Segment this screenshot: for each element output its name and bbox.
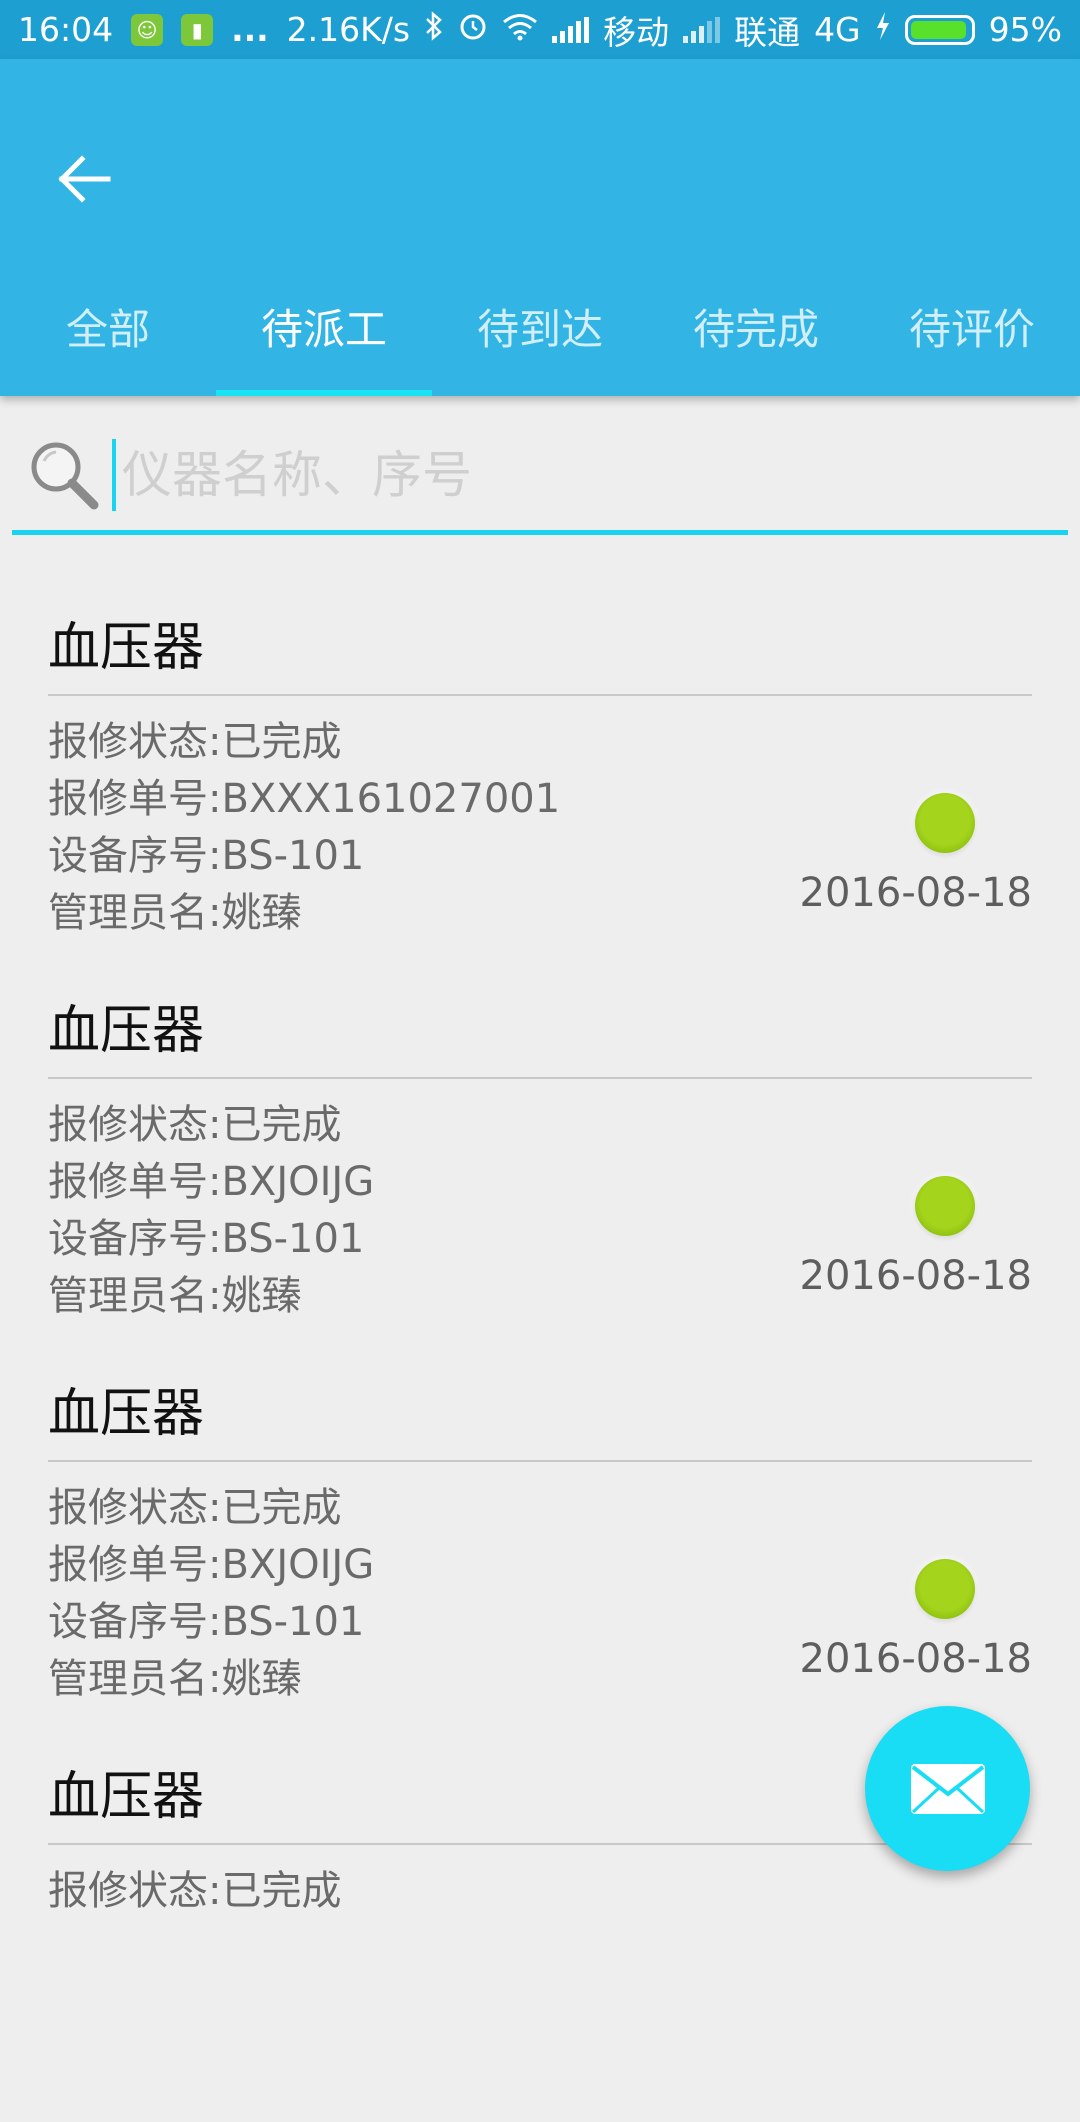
item-status: 报修状态:已完成 [48,719,342,765]
text-caret [112,439,116,511]
item-date: 2016-08-18 [799,870,1032,916]
signal-icon [683,16,721,43]
list-item[interactable]: 血压器 报修状态:已完成 报修单号:BXXX161027001 设备序号:BS-… [0,590,1080,973]
item-title: 血压器 [48,1383,205,1444]
back-arrow-icon [58,155,111,203]
tab-all[interactable]: 全部 [0,266,216,396]
alarm-icon [458,10,488,49]
app-toolbar: 全部 待派工 待到达 待完成 待评价 [0,59,1080,396]
status-dot [915,1176,975,1236]
wifi-icon [502,10,538,49]
item-order-number: 报修单号:BXXX161027001 [48,776,561,822]
item-status: 报修状态:已完成 [48,1868,342,1914]
mail-icon [910,1763,985,1814]
signal-icon [552,16,590,43]
list-item[interactable]: 血压器 报修状态:已完成 报修单号:BXJOIJG 设备序号:BS-101 管理… [0,1356,1080,1739]
status-bar: 16:04 ☺ ▮ ... 2.16K/s 移动 联通 4G 95% [0,0,1080,59]
bluetooth-icon [424,10,444,49]
list-item[interactable]: 血压器 报修状态:已完成 报修单号:BXJOIJG 设备序号:BS-101 管理… [0,973,1080,1356]
status-dot [915,793,975,853]
status-dot [915,1559,975,1619]
item-status: 报修状态:已完成 [48,1102,342,1148]
tab-pending-completion[interactable]: 待完成 [648,266,864,396]
tab-bar: 全部 待派工 待到达 待完成 待评价 [0,266,1080,396]
battery-percent: 95% [988,10,1062,49]
battery-app-icon: ▮ [181,13,214,46]
message-fab-button[interactable] [865,1706,1030,1871]
network-type: 4G [814,10,861,49]
tab-pending-arrival[interactable]: 待到达 [432,266,648,396]
back-button[interactable] [44,139,124,219]
item-date: 2016-08-18 [799,1636,1032,1682]
status-more: ... [231,10,269,49]
tab-pending-review[interactable]: 待评价 [864,266,1080,396]
item-title: 血压器 [48,1000,205,1061]
item-status: 报修状态:已完成 [48,1485,342,1531]
status-time: 16:04 [18,10,114,49]
carrier-2: 联通 [734,12,801,52]
search-icon [31,442,99,510]
tab-pending-dispatch[interactable]: 待派工 [216,266,432,396]
search-bar [12,420,1068,535]
carrier-1: 移动 [603,12,670,52]
search-input[interactable] [122,446,1022,504]
item-title: 血压器 [48,617,205,678]
item-order-number: 报修单号:BXJOIJG [48,1542,375,1588]
item-date: 2016-08-18 [799,1253,1032,1299]
charging-icon [875,10,891,49]
item-order-number: 报修单号:BXJOIJG [48,1159,375,1205]
repair-list: 血压器 报修状态:已完成 报修单号:BXXX161027001 设备序号:BS-… [0,590,1080,2122]
android-app-icon: ☺ [131,13,164,46]
net-speed: 2.16K/s [286,10,411,49]
battery-icon [904,14,975,45]
